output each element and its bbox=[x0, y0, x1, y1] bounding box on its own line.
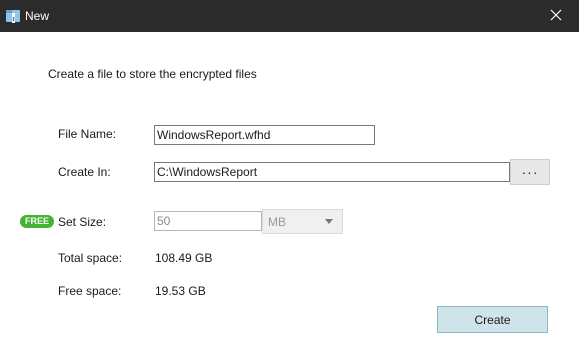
create-in-label: Create In: bbox=[58, 165, 111, 179]
encrypted-folder-icon bbox=[6, 8, 20, 24]
free-space-label: Free space: bbox=[58, 284, 122, 298]
create-in-input[interactable] bbox=[154, 162, 510, 182]
size-unit-dropdown[interactable]: MB bbox=[262, 209, 343, 234]
free-space-value: 19.53 GB bbox=[155, 284, 206, 298]
close-button[interactable] bbox=[533, 0, 579, 32]
total-space-label: Total space: bbox=[58, 251, 123, 265]
window-title: New bbox=[25, 9, 50, 23]
size-unit-value: MB bbox=[268, 215, 286, 229]
create-button[interactable]: Create bbox=[437, 306, 548, 333]
intro-text: Create a file to store the encrypted fil… bbox=[48, 67, 257, 81]
free-badge: FREE bbox=[20, 215, 55, 228]
set-size-input[interactable] bbox=[154, 211, 262, 231]
chevron-down-icon bbox=[325, 219, 333, 224]
total-space-value: 108.49 GB bbox=[155, 251, 213, 265]
close-icon bbox=[550, 9, 562, 24]
dialog-body: Create a file to store the encrypted fil… bbox=[0, 32, 579, 358]
title-bar: New bbox=[0, 0, 579, 32]
browse-button[interactable]: ··· bbox=[510, 159, 550, 185]
file-name-input[interactable] bbox=[154, 125, 375, 145]
file-name-label: File Name: bbox=[58, 127, 117, 141]
set-size-label: Set Size: bbox=[58, 215, 107, 229]
